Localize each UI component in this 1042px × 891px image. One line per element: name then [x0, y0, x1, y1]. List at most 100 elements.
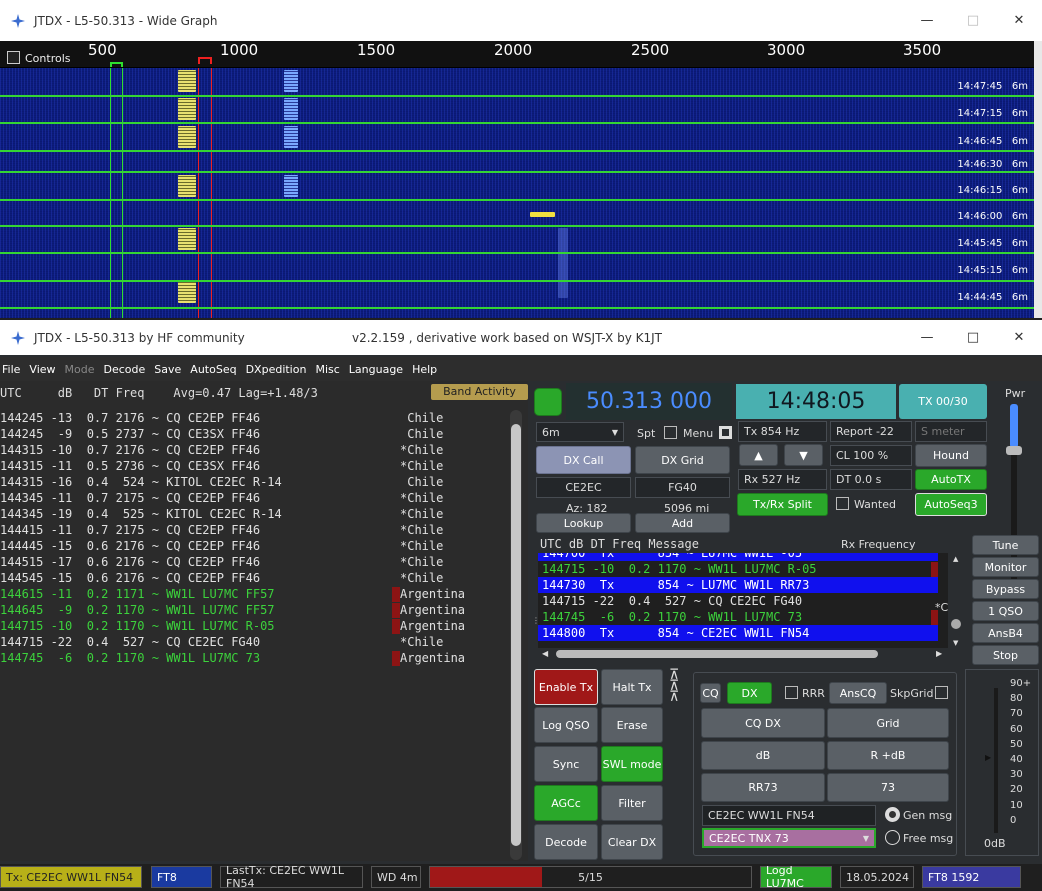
pwr-slider-handle[interactable] [1006, 446, 1022, 455]
db-button[interactable]: dB [701, 741, 825, 770]
enable-tx-button[interactable]: Enable Tx [534, 669, 598, 705]
dx-grid-field[interactable]: FG40 [635, 477, 730, 498]
rx-row[interactable]: 144700 Tx 854 ~ LU7MC WW1L -05 [538, 553, 938, 561]
rx-list-vscroll[interactable]: ▲ ▼ [950, 553, 964, 651]
spt-checkbox[interactable] [664, 426, 677, 439]
maximize-icon[interactable]: □ [950, 0, 996, 41]
decode-row[interactable]: 144445 -15 0.6 2176 ~ CQ CE2EP FF46 *Chil… [0, 538, 443, 554]
hound-button[interactable]: Hound [915, 444, 987, 467]
decode-row[interactable]: 144345 -11 0.7 2175 ~ CQ CE2EP FF46 *Chil… [0, 490, 443, 506]
wide-graph-scrollbar[interactable] [1034, 41, 1042, 318]
decode-row[interactable]: 144245 -9 0.5 2737 ~ CQ CE3SX FF46 Chile [0, 426, 443, 442]
monitor-button[interactable]: Monitor [972, 557, 1039, 577]
swl-mode-button[interactable]: SWL mode [601, 746, 663, 782]
scroll-thumb[interactable] [951, 619, 961, 629]
band-activity-scrollbar[interactable] [510, 410, 522, 860]
rx-freq-field[interactable]: Rx 527 Hz [738, 469, 827, 490]
decode-row[interactable]: 144645 -9 0.2 1170 ~ WW1L LU7MC FF57 Arge… [0, 602, 465, 618]
tune-button[interactable]: Tune [972, 535, 1039, 555]
filter-button[interactable]: Filter [601, 785, 663, 821]
menu-language[interactable]: Language [347, 363, 410, 376]
free-msg-select[interactable]: CE2EC TNX 73 ▼ [702, 828, 876, 848]
rx-row[interactable]: 144745 -6 0.2 1170 ~ WW1L LU7MC 73 [538, 609, 938, 625]
decode-row[interactable]: 144715 -10 0.2 1170 ~ WW1L LU7MC R-05 Arg… [0, 618, 465, 634]
close-icon[interactable]: ✕ [996, 320, 1042, 355]
minimize-icon[interactable]: — [904, 320, 950, 355]
dt-field[interactable]: DT 0.0 s [830, 469, 912, 490]
arrow-right-icon[interactable]: ▶ [936, 649, 942, 658]
tx-freq-field[interactable]: Tx 854 Hz [738, 421, 827, 442]
autotx-button[interactable]: AutoTX [915, 469, 987, 490]
freq-up-button[interactable]: ▲ [739, 444, 778, 466]
rr73-button[interactable]: RR73 [701, 773, 825, 802]
menu-file[interactable]: File [0, 363, 27, 376]
decode-row[interactable]: 144315 -16 0.4 524 ~ KITOL CE2EC R-14 Ch… [0, 474, 443, 490]
cl-field[interactable]: CL 100 % [830, 445, 912, 466]
decode-row[interactable]: 144615 -11 0.2 1171 ~ WW1L LU7MC FF57 Arg… [0, 586, 465, 602]
autoseq3-button[interactable]: AutoSeq3 [915, 493, 987, 516]
rx-list-hscroll[interactable]: ◀ ▶ [538, 648, 948, 660]
menu-autoseq[interactable]: AutoSeq [188, 363, 243, 376]
wanted-checkbox[interactable] [836, 497, 849, 510]
decode-row[interactable]: 144515 -17 0.6 2176 ~ CQ CE2EP FF46 *Chil… [0, 554, 443, 570]
decode-list[interactable]: 144245 -13 0.7 2176 ~ CQ CE2EP FF46 Chil… [0, 410, 465, 666]
arrow-left-icon[interactable]: ◀ [542, 649, 548, 658]
r-db-button[interactable]: R +dB [827, 741, 949, 770]
rx-row[interactable]: 144730 Tx 854 ~ LU7MC WW1L RR73 [538, 577, 938, 593]
erase-button[interactable]: Erase [601, 707, 663, 743]
decode-button[interactable]: Decode [534, 824, 598, 860]
dx-call-field[interactable]: CE2EC [536, 477, 631, 498]
band-activity-label[interactable]: Band Activity [431, 384, 528, 400]
bypass-button[interactable]: Bypass [972, 579, 1039, 599]
grid-button[interactable]: Grid [827, 708, 949, 738]
rx-row[interactable]: 144715 -22 0.4 527 ~ CQ CE2EC FG40 [538, 593, 938, 609]
close-icon[interactable]: ✕ [996, 0, 1042, 41]
skpgrid-checkbox[interactable] [935, 686, 948, 699]
waterfall[interactable]: 14:47:45 6m 14:47:15 6m 14:46:45 6m 14:4… [0, 68, 1034, 318]
log-qso-button[interactable]: Log QSO [534, 707, 598, 743]
menu-view[interactable]: View [27, 363, 62, 376]
rx-row[interactable]: 144800 Tx 854 ~ CE2EC WW1L FN54 [538, 625, 938, 641]
freq-down-button[interactable]: ▼ [784, 444, 823, 466]
decode-row[interactable]: 144315 -10 0.7 2176 ~ CQ CE2EP FF46 *Chil… [0, 442, 443, 458]
band-select[interactable]: 6m ▼ [536, 422, 624, 442]
pwr-slider-track[interactable] [1006, 404, 1022, 582]
agcc-button[interactable]: AGCc [534, 785, 598, 821]
menu-dxpedition[interactable]: DXpedition [244, 363, 314, 376]
arrows-icon[interactable]: ⊼ ⊼ ⊼ [669, 668, 691, 706]
free-msg-radio[interactable] [885, 830, 900, 845]
gen-msg-radio[interactable] [885, 807, 900, 822]
dx-grid-button[interactable]: DX Grid [635, 446, 730, 474]
rx-row[interactable]: 144715 -10 0.2 1170 ~ WW1L LU7MC R-05 [538, 561, 938, 577]
decode-row[interactable]: 144315 -11 0.5 2736 ~ CQ CE3SX FF46 *Chil… [0, 458, 443, 474]
rx-frequency-list[interactable]: 144700 Tx 854 ~ LU7MC WW1L -05 144715 -10… [538, 553, 948, 651]
decode-row[interactable]: 144715 -22 0.4 527 ~ CQ CE2EC FG40 *Chile [0, 634, 443, 650]
scroll-thumb[interactable] [511, 424, 521, 846]
rrr-checkbox[interactable] [785, 686, 798, 699]
lookup-button[interactable]: Lookup [536, 513, 631, 533]
controls-checkbox[interactable] [7, 51, 20, 64]
stop-button[interactable]: Stop [972, 645, 1039, 665]
decode-row[interactable]: 144245 -13 0.7 2176 ~ CQ CE2EP FF46 Chil… [0, 410, 443, 426]
menu-save[interactable]: Save [152, 363, 188, 376]
tx-counter[interactable]: TX 00/30 [899, 384, 987, 419]
maximize-icon[interactable]: □ [950, 320, 996, 355]
menu-checkbox[interactable] [719, 426, 732, 439]
cq-dx-button[interactable]: CQ DX [701, 708, 825, 738]
cq-button[interactable]: CQ [700, 683, 721, 703]
menu-misc[interactable]: Misc [313, 363, 346, 376]
clear-dx-button[interactable]: Clear DX [601, 824, 663, 860]
halt-tx-button[interactable]: Halt Tx [601, 669, 663, 705]
report-field[interactable]: Report -22 [830, 421, 912, 442]
decode-row[interactable]: 144745 -6 0.2 1170 ~ WW1L LU7MC 73 Argent… [0, 650, 465, 666]
gen-msg-field[interactable]: CE2EC WW1L FN54 [702, 805, 876, 826]
decode-row[interactable]: 144415 -11 0.7 2175 ~ CQ CE2EP FF46 *Chil… [0, 522, 443, 538]
sync-button[interactable]: Sync [534, 746, 598, 782]
dx-call-button[interactable]: DX Call [536, 446, 631, 474]
txrx-split-button[interactable]: Tx/Rx Split [737, 493, 828, 516]
scroll-thumb[interactable] [556, 650, 878, 658]
dx-button[interactable]: DX [727, 682, 772, 704]
arrow-down-icon[interactable]: ▼ [953, 639, 958, 647]
anscq-button[interactable]: AnsCQ [829, 682, 887, 704]
decode-row[interactable]: 144345 -19 0.4 525 ~ KITOL CE2EC R-14 *Ch… [0, 506, 443, 522]
